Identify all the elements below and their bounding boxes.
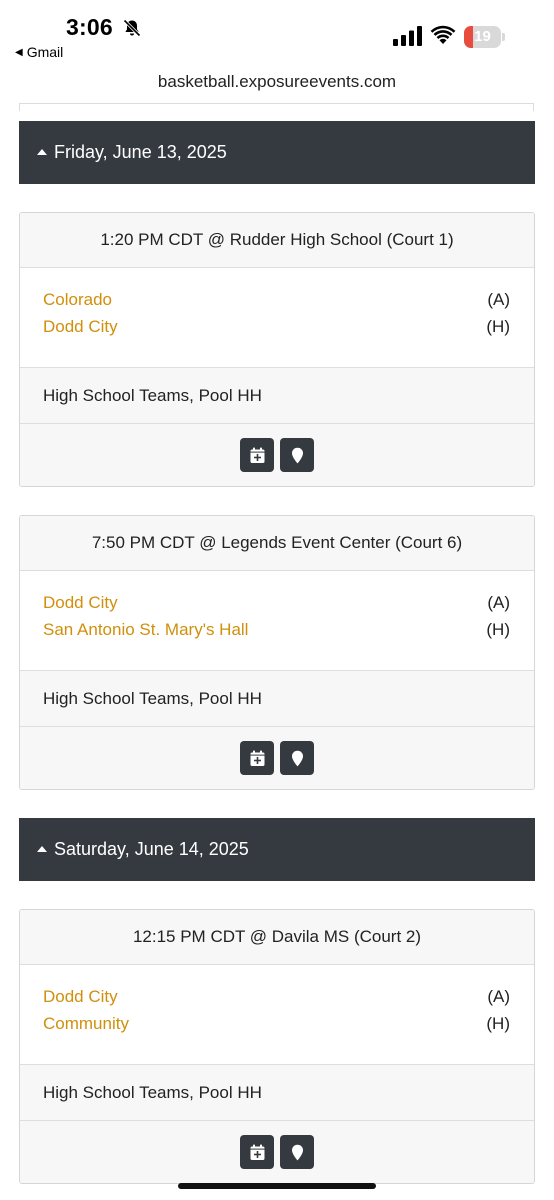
game-time-location: 12:15 PM CDT @ Davila MS (Court 2)	[20, 910, 534, 965]
map-marker-icon	[291, 447, 303, 463]
away-team-link[interactable]: Colorado	[43, 290, 112, 317]
home-team-link[interactable]: San Antonio St. Mary's Hall	[43, 620, 248, 647]
battery-indicator: 19	[464, 26, 506, 48]
team-row-home: Dodd City (H)	[43, 317, 510, 344]
battery-level: 19	[474, 28, 491, 45]
home-indicator[interactable]	[178, 1183, 376, 1189]
game-time-location: 7:50 PM CDT @ Legends Event Center (Cour…	[20, 516, 534, 571]
team-row-away: Dodd City (A)	[43, 593, 510, 620]
clock-time: 3:06	[66, 14, 113, 40]
game-card: 12:15 PM CDT @ Davila MS (Court 2) Dodd …	[19, 909, 535, 1184]
away-tag: (A)	[487, 987, 510, 1006]
map-location-button[interactable]	[280, 1135, 314, 1169]
game-actions	[20, 727, 534, 789]
team-row-home: Community (H)	[43, 1014, 510, 1041]
add-to-calendar-button[interactable]	[240, 438, 274, 472]
back-to-app-link[interactable]: ◀ Gmail	[15, 44, 63, 60]
home-tag: (H)	[486, 620, 510, 639]
status-bar: 3:06 ◀ Gmail 19	[0, 0, 554, 70]
date-label: Friday, June 13, 2025	[54, 142, 227, 162]
date-header-day-1[interactable]: Friday, June 13, 2025	[19, 121, 535, 184]
home-tag: (H)	[486, 317, 510, 336]
team-row-away: Dodd City (A)	[43, 987, 510, 1014]
caret-up-icon	[37, 148, 47, 155]
teams-section: Colorado (A) Dodd City (H)	[20, 268, 534, 368]
division-label: High School Teams, Pool HH	[20, 1065, 534, 1121]
team-row-away: Colorado (A)	[43, 290, 510, 317]
back-app-label: Gmail	[26, 44, 64, 60]
team-row-home: San Antonio St. Mary's Hall (H)	[43, 620, 510, 647]
calendar-add-icon	[250, 447, 264, 463]
home-tag: (H)	[486, 1014, 510, 1033]
add-to-calendar-button[interactable]	[240, 1135, 274, 1169]
bell-slash-icon	[123, 19, 141, 37]
game-card: 1:20 PM CDT @ Rudder High School (Court …	[19, 212, 535, 487]
game-actions	[20, 424, 534, 486]
address-bar[interactable]: basketball.exposureevents.com	[0, 72, 554, 98]
back-triangle-icon: ◀	[15, 46, 23, 58]
date-header-day-2[interactable]: Saturday, June 14, 2025	[19, 818, 535, 881]
map-marker-icon	[291, 1144, 303, 1160]
away-tag: (A)	[487, 593, 510, 612]
game-card: 7:50 PM CDT @ Legends Event Center (Cour…	[19, 515, 535, 790]
teams-section: Dodd City (A) Community (H)	[20, 965, 534, 1065]
caret-up-icon	[37, 845, 47, 852]
teams-section: Dodd City (A) San Antonio St. Mary's Hal…	[20, 571, 534, 671]
game-actions	[20, 1121, 534, 1183]
date-label: Saturday, June 14, 2025	[54, 839, 249, 859]
map-marker-icon	[291, 750, 303, 766]
calendar-add-icon	[250, 1144, 264, 1160]
cellular-signal-icon	[393, 26, 422, 46]
map-location-button[interactable]	[280, 741, 314, 775]
away-tag: (A)	[487, 290, 510, 309]
home-team-link[interactable]: Community	[43, 1014, 129, 1041]
division-label: High School Teams, Pool HH	[20, 368, 534, 424]
add-to-calendar-button[interactable]	[240, 741, 274, 775]
map-location-button[interactable]	[280, 438, 314, 472]
page-top-divider	[19, 103, 534, 104]
home-team-link[interactable]: Dodd City	[43, 317, 118, 344]
game-time-location: 1:20 PM CDT @ Rudder High School (Court …	[20, 213, 534, 268]
division-label: High School Teams, Pool HH	[20, 671, 534, 727]
schedule-list: Friday, June 13, 2025 1:20 PM CDT @ Rudd…	[19, 121, 535, 1184]
away-team-link[interactable]: Dodd City	[43, 987, 118, 1014]
wifi-icon	[430, 25, 456, 44]
calendar-add-icon	[250, 750, 264, 766]
away-team-link[interactable]: Dodd City	[43, 593, 118, 620]
